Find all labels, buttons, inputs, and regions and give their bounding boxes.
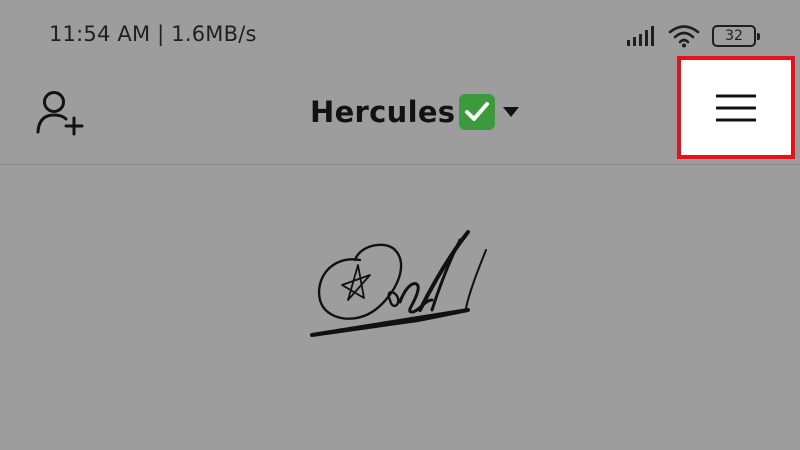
menu-button[interactable]: [677, 56, 795, 159]
chevron-down-icon: [503, 107, 520, 117]
profile-name: Hercules: [310, 95, 456, 129]
app-screen: 11:54 AM | 1.6MB/s 32 Hercules: [0, 0, 800, 450]
account-switcher[interactable]: Hercules: [310, 90, 520, 134]
status-icons: 32: [626, 24, 760, 48]
app-header: Hercules: [0, 56, 800, 165]
add-person-icon: [36, 91, 84, 136]
signature-logo: [300, 220, 500, 345]
signal-icon: [627, 26, 654, 46]
hamburger-menu-icon: [716, 94, 756, 121]
battery-icon: 32: [712, 25, 760, 47]
battery-level: 32: [725, 28, 743, 44]
wifi-icon: [668, 25, 700, 48]
battery-tip: [757, 33, 760, 40]
add-user-button[interactable]: [34, 88, 88, 140]
check-mark-button-icon: [459, 94, 496, 130]
status-time: 11:54 AM | 1.6MB/s: [49, 22, 257, 46]
signature-drawing: [310, 230, 487, 337]
